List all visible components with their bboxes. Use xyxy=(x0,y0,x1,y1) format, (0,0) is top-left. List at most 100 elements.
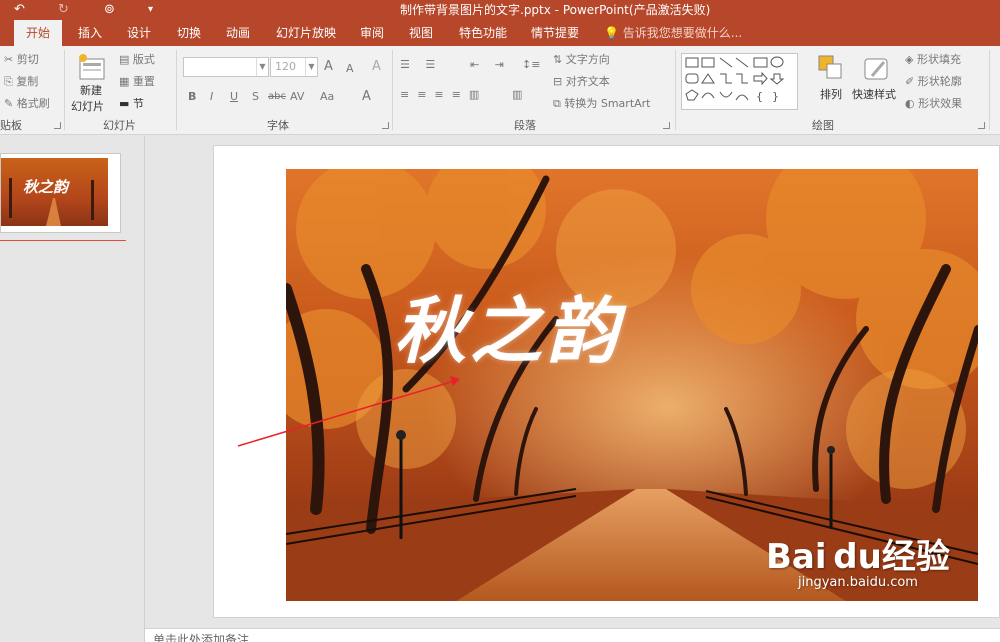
shape-outline-button[interactable]: ✐ 形状轮廓 xyxy=(905,73,962,91)
convert-smartart-button[interactable]: ⧉ 转换为 SmartArt xyxy=(553,95,651,113)
group-divider xyxy=(64,50,65,130)
slide-canvas[interactable]: Bai du经验 jingyan.baidu.com 秋之韵 xyxy=(213,145,1000,618)
align-text-button[interactable]: ⊟ 对齐文本 xyxy=(553,73,610,91)
brush-icon: ✎ xyxy=(4,97,14,110)
quick-styles-button[interactable]: 快速样式 xyxy=(852,52,902,114)
scissors-icon: ✂ xyxy=(4,53,14,66)
line-spacing-icon[interactable]: ↕≡ xyxy=(522,56,540,74)
format-painter-button[interactable]: ✎ 格式刷 xyxy=(4,95,50,113)
drawing-launcher-icon[interactable] xyxy=(978,122,985,129)
slide-insertion-marker xyxy=(0,240,126,241)
tab-features[interactable]: 特色功能 xyxy=(459,20,507,46)
slide-title-textbox[interactable]: 秋之韵 xyxy=(394,272,622,377)
tab-slideshow[interactable]: 幻灯片放映 xyxy=(276,20,336,46)
group-divider xyxy=(176,50,177,130)
svg-text:{: { xyxy=(756,90,763,103)
quick-styles-icon xyxy=(864,58,888,80)
font-launcher-icon[interactable] xyxy=(382,122,389,129)
autumn-background-picture[interactable]: Bai du经验 jingyan.baidu.com xyxy=(286,169,978,601)
tab-view[interactable]: 视图 xyxy=(409,20,433,46)
undo-icon[interactable]: ↶ xyxy=(14,0,25,20)
notes-placeholder: 单击此处添加备注 xyxy=(153,633,250,642)
slide-thumbnail-1[interactable]: 秋之韵 xyxy=(0,153,121,233)
ribbon-tabs: 开始 插入 设计 切换 动画 幻灯片放映 审阅 视图 特色功能 情节提要 💡 告… xyxy=(0,20,1000,46)
smartart-icon: ⧉ xyxy=(553,97,561,110)
cut-button[interactable]: ✂ 剪切 xyxy=(4,51,39,69)
tab-review[interactable]: 审阅 xyxy=(360,20,384,46)
columns-icon[interactable]: ▥ xyxy=(512,86,522,104)
svg-text:}: } xyxy=(772,90,779,103)
text-shadow-button[interactable]: S xyxy=(252,88,259,106)
group-divider xyxy=(392,50,393,130)
shapes-gallery[interactable]: { } xyxy=(681,53,798,110)
change-case-button[interactable]: Aa xyxy=(320,88,334,106)
arrange-button[interactable]: 排列 xyxy=(814,52,848,114)
bold-button[interactable]: B xyxy=(188,88,196,106)
layout-button[interactable]: ▤ 版式 xyxy=(119,51,155,69)
lightbulb-icon: 💡 xyxy=(604,26,619,40)
window-title: 制作带背景图片的文字.pptx - PowerPoint(产品激活失败) xyxy=(400,3,711,17)
reset-icon: ▦ xyxy=(119,75,130,88)
alignment-icons[interactable]: ≡≡≡≡▥ xyxy=(400,86,487,104)
redo-icon[interactable]: ↻ xyxy=(58,0,69,20)
group-label-clipboard: 贴板 xyxy=(0,119,22,132)
section-icon: ▬ xyxy=(119,97,130,110)
effects-icon: ◐ xyxy=(905,97,915,110)
paragraph-launcher-icon[interactable] xyxy=(663,122,670,129)
tell-me-box[interactable]: 💡 告诉我您想要做什么... xyxy=(604,20,742,46)
baidu-watermark-url: jingyan.baidu.com xyxy=(798,575,918,590)
text-direction-button[interactable]: ⇅ 文字方向 xyxy=(553,51,610,69)
char-spacing-button[interactable]: AV xyxy=(290,88,304,106)
copy-icon: ⎘ xyxy=(4,75,13,88)
arrange-icon xyxy=(818,55,842,79)
reset-button[interactable]: ▦ 重置 xyxy=(119,73,155,91)
new-slide-icon xyxy=(79,54,105,80)
section-button[interactable]: ▬ 节 xyxy=(119,95,144,113)
tab-storyboard[interactable]: 情节提要 xyxy=(531,20,579,46)
underline-button[interactable]: U xyxy=(230,88,238,106)
indent-icon[interactable]: ⇤ ⇥ xyxy=(470,56,510,74)
customize-qat-icon[interactable]: ▾ xyxy=(148,0,153,20)
slide-editor: Bai du经验 jingyan.baidu.com 秋之韵 xyxy=(145,136,1000,628)
tab-transitions[interactable]: 切换 xyxy=(177,20,201,46)
group-divider xyxy=(675,50,676,130)
chevron-down-icon: ▼ xyxy=(256,58,268,76)
pencil-icon: ✐ xyxy=(905,75,915,88)
tab-home[interactable]: 开始 xyxy=(14,20,62,46)
title-bar: ↶ ↻ ⊚ ▾ 制作带背景图片的文字.pptx - PowerPoint(产品激… xyxy=(0,0,1000,20)
slide-thumbnails-panel: 秋之韵 xyxy=(0,136,145,642)
shrink-font-button[interactable]: A xyxy=(346,60,354,78)
ribbon-home: ✂ 剪切 ⎘ 复制 ✎ 格式刷 贴板 新建 幻灯片 ▤ 版式 ▦ 重置 ▬ 节 … xyxy=(0,46,1000,135)
font-name-combo[interactable]: ▼ xyxy=(183,57,269,77)
shapes-gallery-icons: { } xyxy=(685,56,785,103)
shape-effects-button[interactable]: ◐ 形状效果 xyxy=(905,95,962,113)
paint-bucket-icon: ◈ xyxy=(905,53,914,66)
copy-button[interactable]: ⎘ 复制 xyxy=(4,73,38,91)
align-text-icon: ⊟ xyxy=(553,75,563,88)
strikethrough-button[interactable]: abc xyxy=(268,88,286,106)
new-slide-button[interactable]: 新建 幻灯片 xyxy=(68,50,114,116)
bullets-icon[interactable]: ☰ ☰ xyxy=(400,56,441,74)
notes-pane[interactable]: 单击此处添加备注 xyxy=(145,628,1000,642)
group-label-drawing: 绘图 xyxy=(812,119,834,132)
font-size-combo[interactable]: 120 ▼ xyxy=(270,57,318,77)
shape-fill-button[interactable]: ◈ 形状填充 xyxy=(905,51,961,69)
group-label-slides: 幻灯片 xyxy=(103,119,136,132)
thumbnail-title: 秋之韵 xyxy=(23,178,69,196)
baidu-watermark: Bai du经验 xyxy=(766,537,950,577)
clipboard-launcher-icon[interactable] xyxy=(54,122,61,129)
layout-icon: ▤ xyxy=(119,53,130,66)
group-label-font: 字体 xyxy=(267,119,289,132)
text-direction-icon: ⇅ xyxy=(553,53,563,66)
tab-insert[interactable]: 插入 xyxy=(78,20,102,46)
present-icon[interactable]: ⊚ xyxy=(104,0,115,20)
tab-animations[interactable]: 动画 xyxy=(226,20,250,46)
italic-button[interactable]: I xyxy=(210,88,213,106)
clear-formatting-button[interactable]: A xyxy=(372,58,381,76)
grow-font-button[interactable]: A xyxy=(324,58,333,76)
font-color-button[interactable]: A xyxy=(362,88,371,106)
group-label-paragraph: 段落 xyxy=(514,119,536,132)
tab-design[interactable]: 设计 xyxy=(127,20,151,46)
font-size-value: 120 xyxy=(275,60,296,73)
group-divider xyxy=(989,50,990,130)
